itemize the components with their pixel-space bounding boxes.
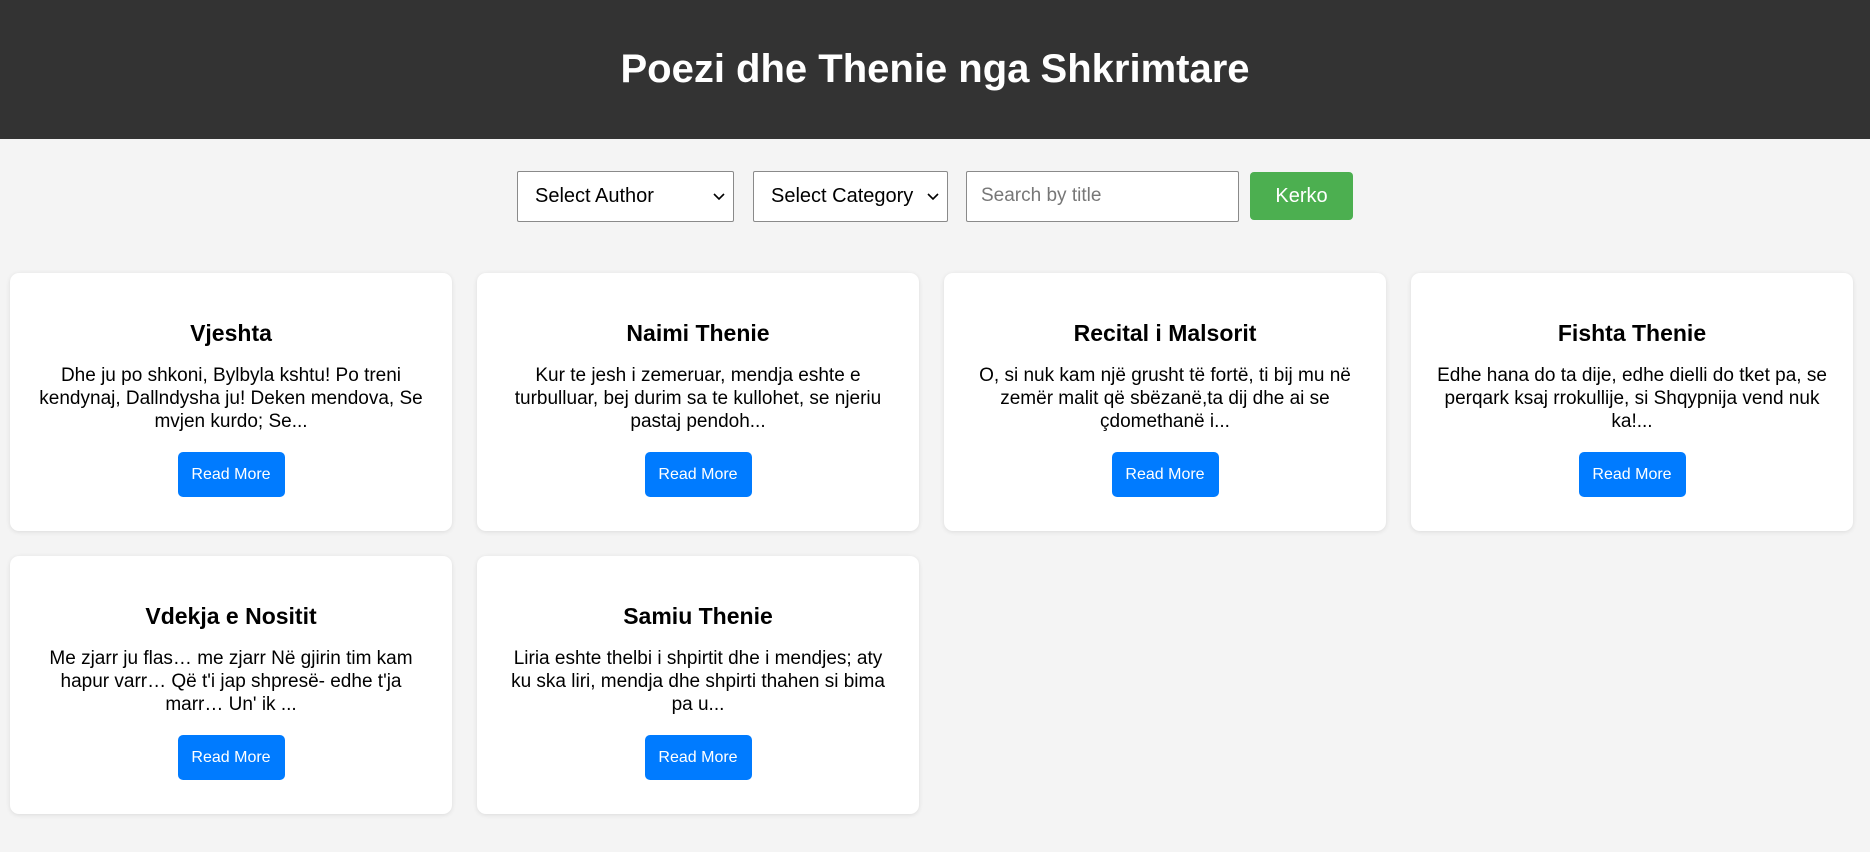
poem-card: Vdekja e Nositit Me zjarr ju flas… me zj… <box>10 556 452 814</box>
read-more-button[interactable]: Read More <box>644 735 752 780</box>
card-excerpt: O, si nuk kam një grusht të fortë, ti bi… <box>979 365 1351 432</box>
author-select-label: Select Author <box>535 184 654 207</box>
card-title: Recital i Malsorit <box>1073 320 1257 346</box>
search-button[interactable]: Kerko <box>1250 172 1353 220</box>
read-more-button[interactable]: Read More <box>1578 452 1686 497</box>
card-title: Samiu Thenie <box>623 603 773 629</box>
read-more-button[interactable]: Read More <box>177 735 285 780</box>
read-more-button[interactable]: Read More <box>1111 452 1219 497</box>
card-title: Vjeshta <box>190 320 272 346</box>
poem-card: Naimi Thenie Kur te jesh i zemeruar, men… <box>477 273 919 531</box>
card-excerpt: Edhe hana do ta dije, edhe dielli do tke… <box>1437 365 1827 432</box>
category-select[interactable]: Select Category <box>753 170 948 222</box>
cards-grid: Vjeshta Dhe ju po shkoni, Bylbyla kshtu!… <box>0 273 1870 814</box>
card-title: Fishta Thenie <box>1557 320 1707 346</box>
poem-card: Samiu Thenie Liria eshte thelbi i shpirt… <box>477 556 919 814</box>
card-excerpt: Liria eshte thelbi i shpirtit dhe i mend… <box>511 648 885 715</box>
page-header: Poezi dhe Thenie nga Shkrimtare <box>0 0 1870 139</box>
card-title: Vdekja e Nositit <box>145 603 317 629</box>
poem-card: Vjeshta Dhe ju po shkoni, Bylbyla kshtu!… <box>10 273 452 531</box>
card-excerpt: Dhe ju po shkoni, Bylbyla kshtu! Po tren… <box>39 365 423 432</box>
filter-bar: Select Author Select Category Kerko <box>0 170 1870 222</box>
read-more-button[interactable]: Read More <box>177 452 285 497</box>
poem-card: Fishta Thenie Edhe hana do ta dije, edhe… <box>1411 273 1853 531</box>
page-title: Poezi dhe Thenie nga Shkrimtare <box>620 47 1250 91</box>
read-more-button[interactable]: Read More <box>644 452 752 497</box>
chevron-down-icon <box>713 193 725 201</box>
search-input[interactable] <box>966 170 1239 222</box>
poem-card: Recital i Malsorit O, si nuk kam një gru… <box>944 273 1386 531</box>
card-excerpt: Me zjarr ju flas… me zjarr Në gjirin tim… <box>49 648 413 715</box>
author-select[interactable]: Select Author <box>517 170 734 222</box>
card-title: Naimi Thenie <box>626 320 770 346</box>
card-excerpt: Kur te jesh i zemeruar, mendja eshte e t… <box>514 365 882 432</box>
chevron-down-icon <box>927 193 939 201</box>
category-select-label: Select Category <box>771 184 914 207</box>
